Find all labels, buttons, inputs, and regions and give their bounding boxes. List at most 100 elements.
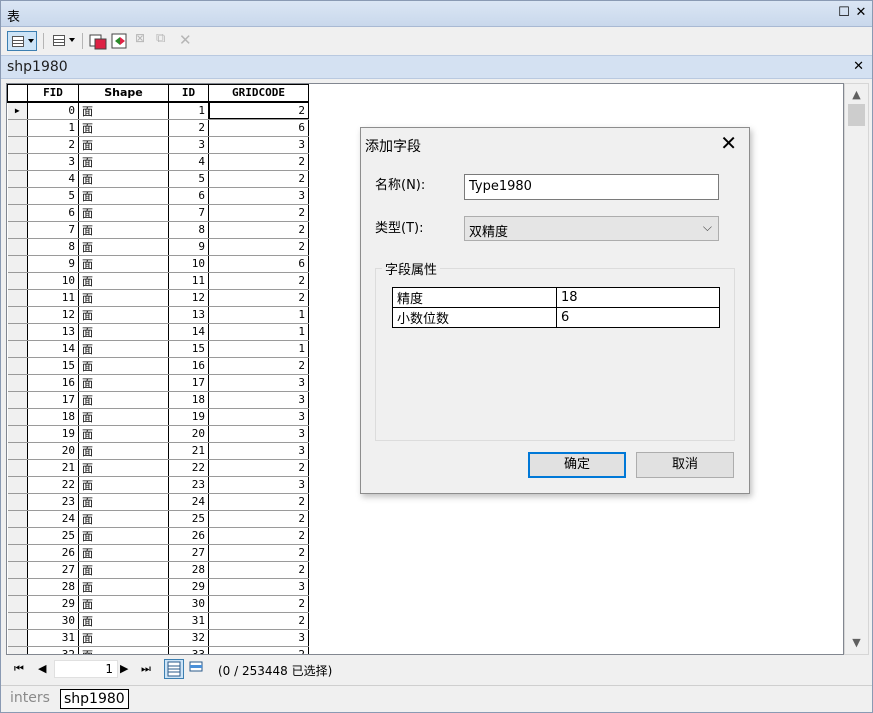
switch-selection-button[interactable] <box>110 31 130 51</box>
table-row[interactable]: 4面52 <box>7 170 309 188</box>
clear-selection-button[interactable]: ⊠ <box>135 31 155 51</box>
cell-shape[interactable]: 面 <box>78 204 169 222</box>
tab-shp1980[interactable]: shp1980 <box>60 689 129 709</box>
cell-shape[interactable]: 面 <box>78 578 169 596</box>
cell-id[interactable]: 8 <box>168 221 209 239</box>
cell-shape[interactable]: 面 <box>78 391 169 409</box>
cell-gridcode[interactable]: 3 <box>208 442 309 460</box>
cell-id[interactable]: 11 <box>168 272 209 290</box>
row-selector[interactable] <box>7 527 28 545</box>
cell-fid[interactable]: 17 <box>27 391 79 409</box>
cell-fid[interactable]: 18 <box>27 408 79 426</box>
cell-gridcode[interactable]: 3 <box>208 578 309 596</box>
row-selector[interactable] <box>7 374 28 392</box>
cell-fid[interactable]: 19 <box>27 425 79 443</box>
table-row[interactable]: 17 面 18 3 <box>7 391 309 409</box>
cell-id[interactable]: 5 <box>168 170 209 188</box>
table-row[interactable]: 29 面 30 2 <box>7 595 309 613</box>
cell-fid[interactable]: 22 <box>27 476 79 494</box>
cell-gridcode[interactable]: 2 <box>208 493 309 511</box>
cell-shape[interactable]: 面 <box>78 357 169 375</box>
table-row[interactable]: 13 面 14 1 <box>7 323 309 341</box>
row-selector[interactable] <box>7 646 28 654</box>
column-header-gridcode[interactable]: GRIDCODE <box>208 84 309 103</box>
table-row[interactable]: 19 面 20 3 <box>7 425 309 443</box>
cell-shape[interactable]: 面 <box>78 544 169 562</box>
cell-fid[interactable]: 6 <box>27 204 79 222</box>
cell-fid[interactable]: 13 <box>27 323 79 341</box>
current-record-input[interactable]: 1 <box>54 660 118 678</box>
cell-gridcode[interactable]: 2 <box>208 459 309 477</box>
cell-gridcode[interactable]: 1 <box>208 306 309 324</box>
cell-fid[interactable]: 30 <box>27 612 79 630</box>
cell-id[interactable]: 7 <box>168 204 209 222</box>
cell-shape[interactable]: 面 <box>78 187 169 205</box>
table-row[interactable]: 5面63 <box>7 187 309 205</box>
cell-gridcode[interactable]: 2 <box>208 221 309 239</box>
cell-id[interactable]: 9 <box>168 238 209 256</box>
table-row[interactable]: 15 面 16 2 <box>7 357 309 375</box>
previous-record-icon[interactable]: ◀ <box>38 662 46 675</box>
cell-gridcode[interactable]: 3 <box>208 374 309 392</box>
column-header-id[interactable]: ID <box>168 84 209 103</box>
cell-shape[interactable]: 面 <box>78 136 169 154</box>
table-row[interactable]: 6面72 <box>7 204 309 222</box>
table-row[interactable]: 14 面 15 1 <box>7 340 309 358</box>
row-selector[interactable] <box>7 221 28 239</box>
cell-shape[interactable]: 面 <box>78 595 169 613</box>
show-selected-records-button[interactable] <box>187 659 207 679</box>
cell-shape[interactable]: 面 <box>78 289 169 307</box>
cell-gridcode[interactable]: 2 <box>208 357 309 375</box>
cell-id[interactable]: 14 <box>168 323 209 341</box>
cell-gridcode[interactable]: 3 <box>208 476 309 494</box>
row-selector[interactable] <box>7 578 28 596</box>
delete-selected-button[interactable]: ✕ <box>179 31 199 51</box>
row-selector[interactable] <box>7 238 28 256</box>
cell-id[interactable]: 29 <box>168 578 209 596</box>
row-selector[interactable] <box>7 595 28 613</box>
cell-id[interactable]: 22 <box>168 459 209 477</box>
cell-gridcode[interactable]: 2 <box>208 561 309 579</box>
cell-fid[interactable]: 12 <box>27 306 79 324</box>
cell-fid[interactable]: 14 <box>27 340 79 358</box>
show-all-records-button[interactable] <box>164 659 184 679</box>
row-selector[interactable] <box>7 425 28 443</box>
row-selector[interactable] <box>7 306 28 324</box>
cell-id[interactable]: 1 <box>168 101 209 120</box>
cell-fid[interactable]: 10 <box>27 272 79 290</box>
row-selector[interactable] <box>7 629 28 647</box>
cell-fid[interactable]: 21 <box>27 459 79 477</box>
cell-id[interactable]: 15 <box>168 340 209 358</box>
column-header-fid[interactable]: FID <box>27 84 79 103</box>
cell-gridcode[interactable]: 2 <box>208 527 309 545</box>
cell-shape[interactable]: 面 <box>78 101 169 120</box>
cell-gridcode[interactable]: 3 <box>208 629 309 647</box>
cell-shape[interactable]: 面 <box>78 510 169 528</box>
cancel-button[interactable]: 取消 <box>636 452 734 478</box>
cell-id[interactable]: 30 <box>168 595 209 613</box>
cell-shape[interactable]: 面 <box>78 476 169 494</box>
cell-shape[interactable]: 面 <box>78 374 169 392</box>
cell-id[interactable]: 31 <box>168 612 209 630</box>
column-header-shape[interactable]: Shape <box>78 84 169 103</box>
cell-shape[interactable]: 面 <box>78 629 169 647</box>
cell-fid[interactable]: 0 <box>27 101 79 120</box>
cell-shape[interactable]: 面 <box>78 119 169 137</box>
row-selector[interactable] <box>7 357 28 375</box>
row-selector[interactable] <box>7 272 28 290</box>
cell-shape[interactable]: 面 <box>78 442 169 460</box>
scroll-up-icon[interactable]: ▲ <box>845 86 868 104</box>
table-row[interactable]: 30 面 31 2 <box>7 612 309 630</box>
cell-fid[interactable]: 1 <box>27 119 79 137</box>
cell-id[interactable]: 10 <box>168 255 209 273</box>
maximize-icon[interactable]: ☐ <box>837 5 851 21</box>
row-selector[interactable] <box>7 136 28 154</box>
cell-id[interactable]: 4 <box>168 153 209 171</box>
row-selector[interactable] <box>7 561 28 579</box>
cell-shape[interactable]: 面 <box>78 323 169 341</box>
cell-gridcode[interactable]: 6 <box>208 119 309 137</box>
row-selector-header[interactable] <box>7 84 28 103</box>
first-record-icon[interactable]: ⏮ <box>14 662 24 676</box>
cell-shape[interactable]: 面 <box>78 306 169 324</box>
table-row[interactable]: 20 面 21 3 <box>7 442 309 460</box>
